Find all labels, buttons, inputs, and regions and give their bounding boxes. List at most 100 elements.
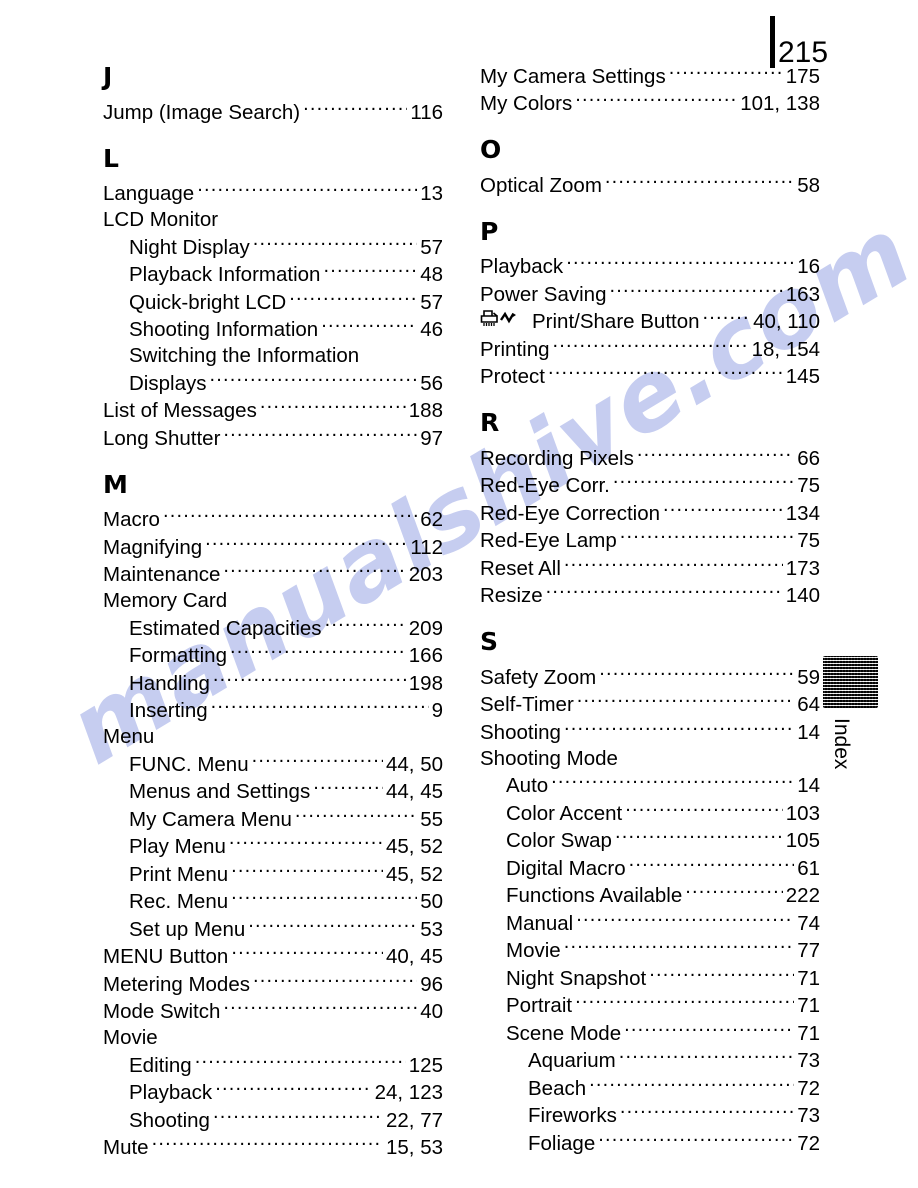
index-entry-page: 134: [785, 501, 820, 525]
index-entry-label: MENU Button: [103, 945, 229, 968]
index-entry[interactable]: Switching the Information: [103, 343, 443, 369]
index-entry[interactable]: Resize 140: [480, 582, 820, 610]
index-entry-label: Reset All: [480, 556, 561, 580]
index-entry[interactable]: Portrait 71: [480, 992, 820, 1020]
index-entry[interactable]: Rec. Menu 50: [103, 888, 443, 916]
index-entry[interactable]: My Camera Settings175: [480, 62, 820, 90]
index-entry[interactable]: Functions Available 222: [480, 882, 820, 910]
section-letter: R: [480, 408, 500, 437]
index-entry-label: Optical Zoom: [480, 173, 602, 197]
index-entry-leader: [325, 614, 406, 635]
index-entry[interactable]: Color Swap 105: [480, 827, 820, 855]
index-entry[interactable]: Print/Share Button 40, 110: [480, 308, 820, 336]
index-entry-label: FUNC. Menu: [129, 752, 249, 776]
index-entry[interactable]: Foliage 72: [480, 1129, 820, 1157]
index-entry[interactable]: Mute 15, 53: [103, 1134, 443, 1162]
index-entry[interactable]: Displays 56: [103, 369, 443, 397]
index-entry[interactable]: Jump (Image Search) 116: [103, 98, 443, 126]
index-entry[interactable]: Estimated Capacities 209: [103, 614, 443, 642]
index-column-right: My Camera Settings175My Colors 101, 138 OO…: [480, 62, 820, 1157]
index-entry-leader: [703, 308, 751, 329]
index-entry[interactable]: Auto 14: [480, 772, 820, 800]
index-entry-label: Shooting: [480, 720, 561, 744]
index-entry[interactable]: Color Accent 103: [480, 799, 820, 827]
index-entry-leader: [213, 1106, 383, 1127]
index-entry[interactable]: Handling 198: [103, 669, 443, 697]
index-entry[interactable]: Red-Eye Correction 134: [480, 499, 820, 527]
index-entry-leader: [564, 554, 783, 575]
index-entry[interactable]: Language 13: [103, 180, 443, 208]
index-entry-page: 44, 45: [386, 780, 443, 803]
index-entry[interactable]: Play Menu 45, 52: [103, 833, 443, 861]
index-entry[interactable]: Red-Eye Lamp 75: [480, 527, 820, 555]
index-entry-label: Handling: [129, 671, 210, 695]
index-entry-leader: [253, 233, 417, 254]
index-entry[interactable]: Menu: [103, 724, 443, 750]
index-entry[interactable]: Protect 145: [480, 363, 820, 391]
index-entry[interactable]: Inserting 9: [103, 697, 443, 725]
index-entry[interactable]: FUNC. Menu 44, 50: [103, 750, 443, 778]
index-entry-leader: [575, 992, 794, 1013]
index-entry[interactable]: My Camera Menu 55: [103, 805, 443, 833]
index-entry[interactable]: Night Display 57: [103, 233, 443, 261]
index-entry-page: 13: [420, 182, 443, 205]
index-entry[interactable]: Menus and Settings 44, 45: [103, 778, 443, 806]
index-entry[interactable]: Printing 18, 154: [480, 335, 820, 363]
index-entry[interactable]: Power Saving 163: [480, 280, 820, 308]
index-entry[interactable]: Self-Timer 64: [480, 691, 820, 719]
index-entry[interactable]: Formatting 166: [103, 642, 443, 670]
index-entry[interactable]: Shooting Mode: [480, 746, 820, 772]
index-entry[interactable]: Playback Information 48: [103, 261, 443, 289]
index-entry[interactable]: List of Messages 188: [103, 397, 443, 425]
index-entry[interactable]: Metering Modes 96: [103, 970, 443, 998]
section-letter: L: [103, 143, 119, 173]
index-entry[interactable]: Playback 16: [480, 253, 820, 281]
index-entry-leader: [575, 90, 737, 111]
index-entry[interactable]: Playback 24, 123: [103, 1079, 443, 1107]
index-entry[interactable]: Magnifying 112: [103, 533, 443, 561]
index-entry[interactable]: Manual 74: [480, 909, 820, 937]
index-entry-leader: [625, 799, 783, 820]
index-entry-label: Portrait: [506, 994, 573, 1017]
index-entry[interactable]: Red-Eye Corr. 75: [480, 472, 820, 500]
index-entry-leader: [295, 805, 417, 826]
index-entry-leader: [599, 663, 794, 684]
index-entry[interactable]: MENU Button 40, 45: [103, 943, 443, 971]
index-entry[interactable]: LCD Monitor: [103, 207, 443, 233]
index-entry[interactable]: Fireworks 73: [480, 1102, 820, 1130]
index-entry[interactable]: Set up Menu 53: [103, 915, 443, 943]
index-entry-label: Night Snapshot: [506, 966, 647, 990]
index-entry[interactable]: Quick-bright LCD 57: [103, 288, 443, 316]
index-entry[interactable]: Shooting Information 46: [103, 316, 443, 344]
index-entry[interactable]: Beach 72: [480, 1074, 820, 1102]
index-entry-page: 40: [420, 1000, 443, 1023]
index-entry-leader: [215, 1079, 371, 1100]
index-entry[interactable]: Macro 62: [103, 506, 443, 534]
side-tab-label: Index: [830, 718, 853, 770]
index-entry[interactable]: Maintenance 203: [103, 561, 443, 589]
index-entry[interactable]: Long Shutter 97: [103, 424, 443, 452]
index-entry-page: 166: [408, 644, 443, 667]
index-entry[interactable]: Movie: [103, 1025, 443, 1051]
index-entry[interactable]: Shooting 22, 77: [103, 1106, 443, 1134]
index-entry[interactable]: Scene Mode 71: [480, 1019, 820, 1047]
index-entry[interactable]: Safety Zoom 59: [480, 663, 820, 691]
index-entry[interactable]: Recording Pixels 66: [480, 444, 820, 472]
index-entry[interactable]: Movie 77: [480, 937, 820, 965]
index-entry-page: 72: [797, 1076, 820, 1100]
index-entry[interactable]: Night Snapshot 71: [480, 964, 820, 992]
index-entry-label: Set up Menu: [129, 917, 246, 941]
index-entry[interactable]: Print Menu 45, 52: [103, 860, 443, 888]
index-entry-leader: [223, 998, 417, 1019]
index-entry[interactable]: My Colors 101, 138: [480, 90, 820, 118]
index-entry[interactable]: Optical Zoom 58: [480, 171, 820, 199]
index-entry-leader: [551, 772, 794, 793]
index-entry[interactable]: Shooting 14: [480, 718, 820, 746]
index-entry[interactable]: Editing 125: [103, 1051, 443, 1079]
index-entry-page: 14: [797, 774, 820, 797]
index-entry[interactable]: Reset All 173: [480, 554, 820, 582]
index-entry[interactable]: Memory Card: [103, 588, 443, 614]
index-entry[interactable]: Mode Switch 40: [103, 998, 443, 1026]
index-entry[interactable]: Digital Macro 61: [480, 854, 820, 882]
index-entry[interactable]: Aquarium 73: [480, 1047, 820, 1075]
